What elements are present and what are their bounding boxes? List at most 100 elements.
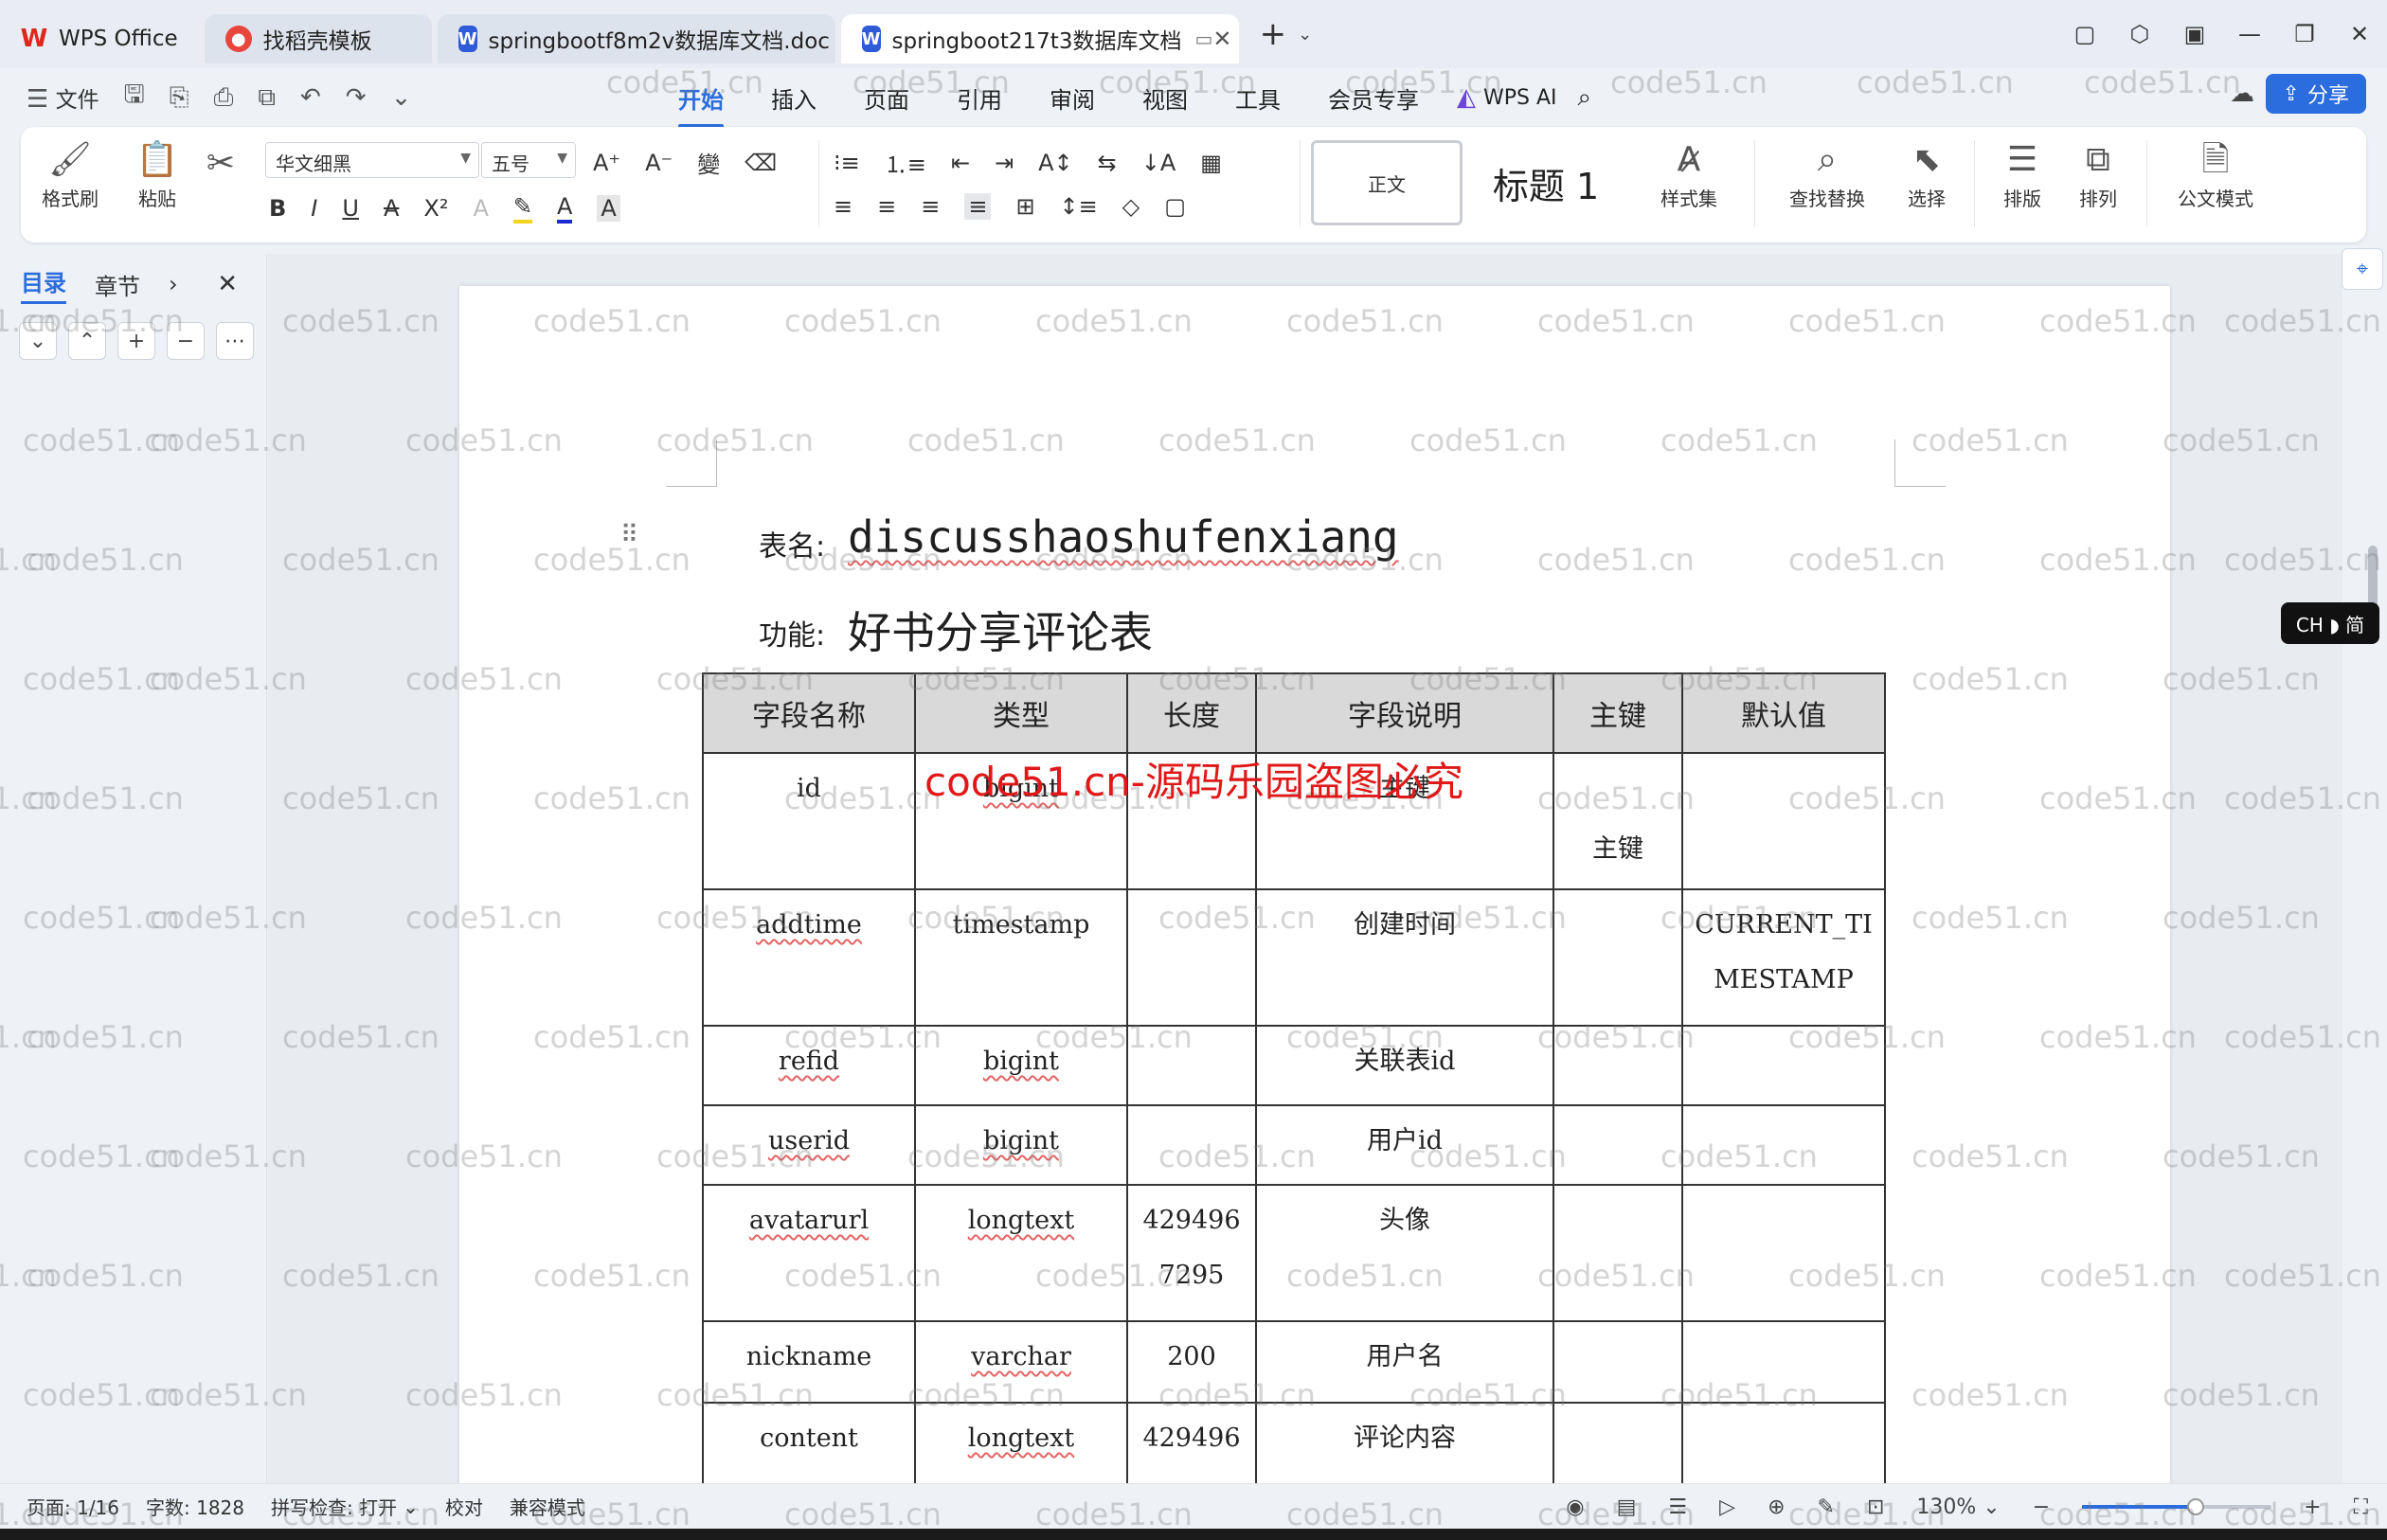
menu-tools[interactable]: 工具 <box>1235 74 1281 122</box>
chevron-down-icon[interactable]: ⌄ <box>1298 25 1312 45</box>
align-center-icon[interactable]: ≡ <box>877 193 896 220</box>
maximize-icon[interactable]: ❐ <box>2277 21 2332 47</box>
tab-wps-office[interactable]: W WPS Office <box>0 14 199 63</box>
strikethrough-icon[interactable]: A <box>384 195 399 222</box>
spell-check[interactable]: 拼写检查: 打开 ⌄ <box>271 1493 419 1520</box>
phonetic-icon[interactable]: 變 <box>697 146 720 179</box>
border-icon[interactable]: ▢ <box>1164 193 1186 220</box>
arrange-button[interactable]: ⧉ 排列 <box>2065 136 2131 211</box>
highlight-icon[interactable]: ✎ <box>512 193 532 224</box>
char-shading-icon[interactable]: A <box>597 195 620 222</box>
zoom-level[interactable]: 130% ⌄ <box>1916 1495 2000 1519</box>
outline-view-icon[interactable]: ☰ <box>1668 1495 1687 1519</box>
change-case-icon[interactable]: ⇆ <box>1098 150 1117 176</box>
table-borders-icon[interactable]: ▦ <box>1200 150 1222 176</box>
format-painter-button[interactable]: 🖌 格式刷 <box>32 136 108 211</box>
clear-format-icon[interactable]: ⌫ <box>745 150 777 176</box>
chevron-right-icon[interactable]: › <box>169 271 178 297</box>
compat-mode[interactable]: 兼容模式 <box>510 1493 585 1520</box>
page-view-icon[interactable]: ▤ <box>1617 1495 1637 1519</box>
shading-icon[interactable]: ◇ <box>1122 193 1140 220</box>
tab-sections[interactable]: 章节 <box>95 268 140 301</box>
play-icon[interactable]: ▷ <box>1719 1495 1735 1519</box>
avatar[interactable]: ▣ <box>2167 21 2222 47</box>
zoom-in-icon[interactable]: + <box>2304 1495 2321 1519</box>
align-right-icon[interactable]: ≡ <box>921 193 940 220</box>
shrink-font-icon[interactable]: A⁻ <box>645 150 673 176</box>
cut-icon[interactable]: ✂ <box>197 140 244 188</box>
close-tab-icon[interactable]: ✕ <box>1212 26 1231 52</box>
zoom-out-icon[interactable]: − <box>2033 1495 2050 1519</box>
bullet-list-icon[interactable]: ⁝≡ <box>834 150 860 176</box>
menu-view[interactable]: 视图 <box>1142 74 1188 122</box>
align-left-icon[interactable]: ≡ <box>834 193 852 220</box>
tab-document-2[interactable]: W springboot217t3数据库文档 ▭ ✕ <box>840 14 1239 63</box>
superscript-icon[interactable]: X² <box>423 195 448 222</box>
document-canvas[interactable]: ⠿ 表名: discusshaoshufenxiang 功能: 好书分享评论表 … <box>268 254 2342 1483</box>
menu-page[interactable]: 页面 <box>864 74 909 122</box>
paste-button[interactable]: 📋 粘贴 <box>119 136 195 211</box>
italic-icon[interactable]: I <box>311 195 317 222</box>
proofread[interactable]: 校对 <box>445 1493 483 1520</box>
page-count[interactable]: 页面: 1/16 <box>27 1493 119 1520</box>
bold-icon[interactable]: B <box>269 195 286 222</box>
increase-indent-icon[interactable]: ⇥ <box>995 150 1014 176</box>
layout-button[interactable]: ☰ 排版 <box>1989 136 2055 211</box>
underline-icon[interactable]: U <box>342 195 359 222</box>
window-layout-icon[interactable]: ▢ <box>2057 21 2112 47</box>
select-button[interactable]: ⬉ 选择 <box>1889 136 1965 211</box>
tab-toc[interactable]: 目录 <box>21 264 66 304</box>
font-size-select[interactable]: 五号 ▼ <box>481 142 576 178</box>
print-preview-icon[interactable]: ⧉ <box>258 83 276 113</box>
pen-icon[interactable]: ✎ <box>1818 1495 1835 1519</box>
font-color-icon[interactable]: A <box>556 193 573 224</box>
page[interactable]: ⠿ 表名: discusshaoshufenxiang 功能: 好书分享评论表 … <box>459 286 2170 1483</box>
justify-icon[interactable]: ≡ <box>964 193 992 220</box>
redo-icon[interactable]: ↷ <box>346 83 367 112</box>
font-name-select[interactable]: 华文细黑 ▼ <box>265 142 479 178</box>
style-set-button[interactable]: A̷ 样式集 <box>1646 136 1732 211</box>
location-pin-icon[interactable]: ⌖ <box>2342 248 2383 290</box>
print-icon[interactable]: ⎙ <box>214 83 234 113</box>
style-normal[interactable]: 正文 <box>1311 140 1463 225</box>
export-icon[interactable]: ⎘ <box>170 83 189 113</box>
line-spacing-icon[interactable]: ↕≡ <box>1060 193 1098 220</box>
collapse-icon[interactable]: ⌃ <box>68 322 106 360</box>
web-view-icon[interactable]: ⊕ <box>1768 1495 1785 1519</box>
add-level-icon[interactable]: + <box>117 322 155 360</box>
official-mode-button[interactable]: 🗎 公文模式 <box>2163 136 2268 211</box>
eye-protection-icon[interactable]: ◉ <box>1566 1495 1584 1519</box>
more-icon[interactable]: ⋯ <box>216 322 254 360</box>
numbered-list-icon[interactable]: ⒈≡ <box>885 146 926 179</box>
find-replace-button[interactable]: ⌕ 查找替换 <box>1775 136 1879 211</box>
minimize-icon[interactable]: — <box>2222 21 2277 47</box>
file-menu[interactable]: ☰ 文件 <box>27 81 99 114</box>
zoom-slider-knob[interactable] <box>2187 1498 2205 1515</box>
close-window-icon[interactable]: ✕ <box>2332 21 2387 47</box>
word-count[interactable]: 字数: 1828 <box>146 1493 244 1520</box>
close-pane-icon[interactable]: ✕ <box>217 270 238 298</box>
search-icon[interactable]: ⌕ <box>1578 83 1592 113</box>
expand-icon[interactable]: ⌄ <box>19 322 57 360</box>
tab-document-1[interactable]: W springbootf8m2v数据库文档.doc <box>437 14 835 63</box>
grow-font-icon[interactable]: A⁺ <box>593 150 620 176</box>
cube-icon[interactable]: ⬡ <box>2112 21 2167 47</box>
text-effect-icon[interactable]: A <box>473 195 488 222</box>
cloud-upload-icon[interactable]: ☁ <box>2230 80 2254 108</box>
menu-references[interactable]: 引用 <box>957 74 1002 122</box>
wps-ai-button[interactable]: ◭ WPS AI ⌕ <box>1457 83 1591 113</box>
share-button[interactable]: ⇪ 分享 <box>2265 74 2366 114</box>
sort-icon[interactable]: ↓A <box>1141 150 1176 176</box>
text-direction-icon[interactable]: A↕ <box>1038 150 1073 176</box>
decrease-indent-icon[interactable]: ⇤ <box>951 150 970 176</box>
fullscreen-icon[interactable]: ⛶ <box>2354 1495 2368 1519</box>
menu-insert[interactable]: 插入 <box>771 74 817 122</box>
menu-home[interactable]: 开始 <box>678 74 724 128</box>
focus-icon[interactable]: ⊡ <box>1867 1495 1884 1519</box>
remove-level-icon[interactable]: − <box>167 322 205 360</box>
undo-icon[interactable]: ↶ <box>300 83 321 112</box>
drag-handle-icon[interactable]: ⠿ <box>620 521 638 549</box>
menu-review[interactable]: 审阅 <box>1050 74 1095 122</box>
chevron-down-icon[interactable]: ⌄ <box>391 83 412 112</box>
new-tab-icon[interactable]: + <box>1260 15 1287 53</box>
